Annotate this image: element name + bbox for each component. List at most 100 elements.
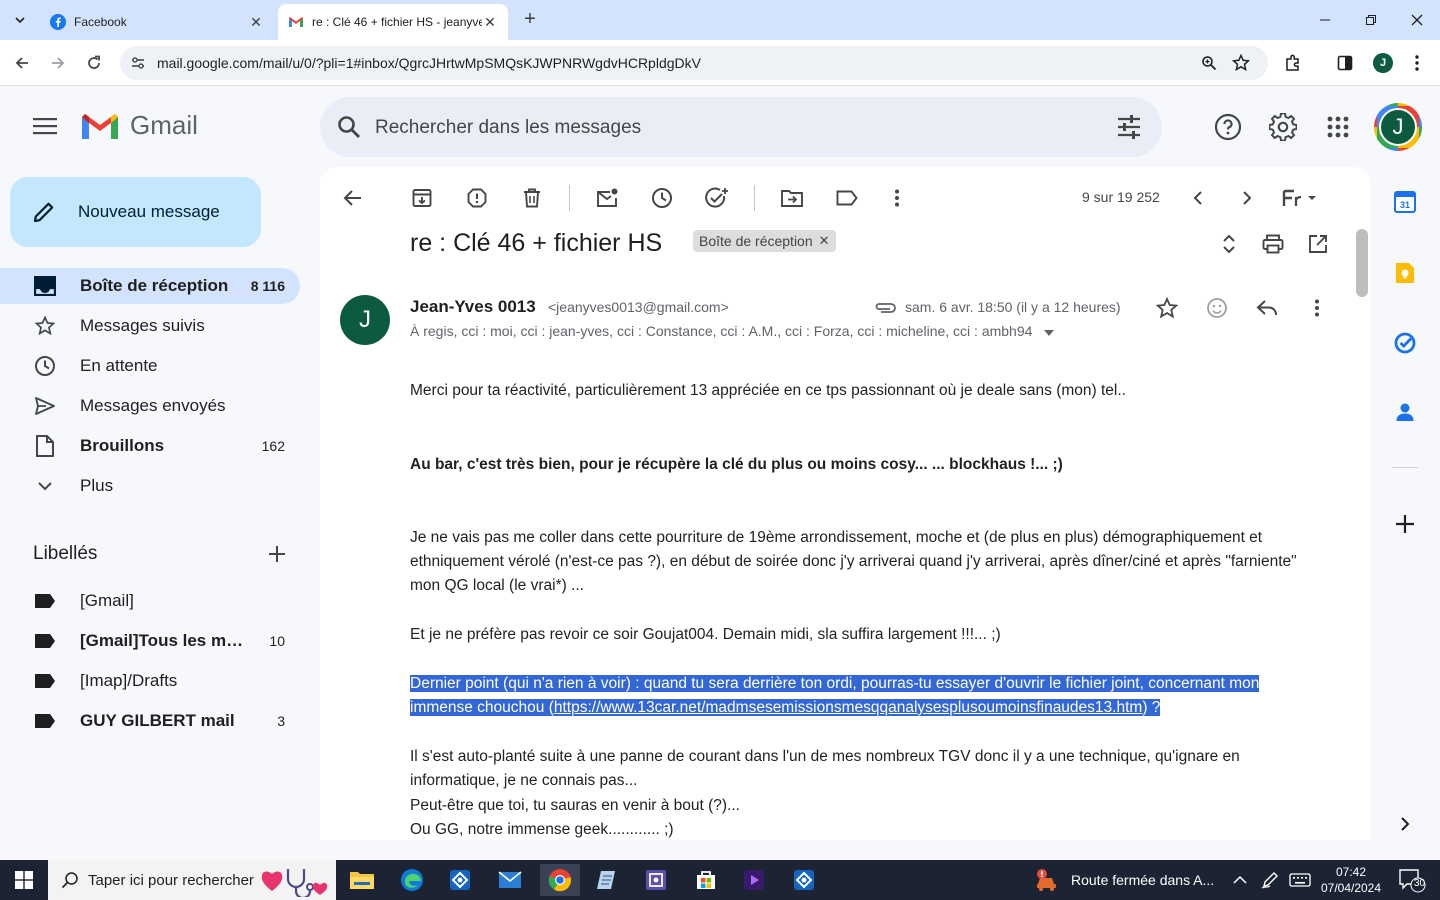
- get-addons-icon[interactable]: [1393, 512, 1417, 536]
- taskbar-mail[interactable]: [490, 864, 530, 896]
- open-new-window-button[interactable]: [1305, 231, 1331, 257]
- message-more-button[interactable]: [1304, 295, 1330, 321]
- keep-app-icon[interactable]: [1393, 261, 1417, 285]
- input-tools-button[interactable]: [1280, 185, 1320, 211]
- move-to-button[interactable]: [779, 185, 805, 211]
- expand-all-button[interactable]: [1216, 231, 1242, 257]
- notification-center-button[interactable]: 30: [1392, 864, 1432, 896]
- tab-gmail[interactable]: re : Clé 46 + fichier HS - jeanyves0013@…: [278, 4, 508, 40]
- site-settings-icon[interactable]: [128, 53, 148, 73]
- new-tab-button[interactable]: +: [518, 8, 542, 32]
- search-input[interactable]: Rechercher dans les messages: [375, 117, 641, 139]
- delete-button[interactable]: [519, 185, 545, 211]
- search-icon[interactable]: [336, 114, 362, 140]
- attachment-icon: [873, 295, 899, 321]
- taskbar-chrome[interactable]: [540, 864, 580, 896]
- taskbar-notepad[interactable]: [588, 864, 628, 896]
- news-widget[interactable]: Route fermée dans A...: [1035, 860, 1214, 900]
- taskbar-app-purple[interactable]: [636, 864, 676, 896]
- back-to-inbox-button[interactable]: [340, 185, 366, 211]
- taskbar-file-explorer[interactable]: [342, 864, 382, 896]
- sidebar-label-imap-drafts[interactable]: [Imap]/Drafts: [0, 663, 300, 699]
- sidebar-label-gmail[interactable]: [Gmail]: [0, 583, 300, 619]
- print-button[interactable]: [1260, 231, 1286, 257]
- gmail-logo[interactable]: Gmail: [80, 110, 198, 141]
- contacts-app-icon[interactable]: [1393, 400, 1417, 424]
- taskbar-edge[interactable]: [392, 864, 432, 896]
- caret-down-icon[interactable]: [1044, 330, 1055, 336]
- taskbar-clock[interactable]: 07:42 07/04/2024: [1316, 864, 1386, 896]
- sidebar-label-guy-gilbert[interactable]: GUY GILBERT mail 3: [0, 703, 300, 739]
- support-icon[interactable]: [1213, 112, 1243, 142]
- close-window-button[interactable]: [1394, 0, 1440, 40]
- pen-tray-icon[interactable]: [1254, 864, 1286, 896]
- show-side-panel-icon[interactable]: [1393, 812, 1417, 836]
- show-hidden-icons-button[interactable]: [1224, 864, 1256, 896]
- bookmark-star-icon[interactable]: [1232, 54, 1250, 72]
- sidebar-label-gmail-all[interactable]: [Gmail]Tous les messages 10: [0, 623, 300, 659]
- newer-button[interactable]: [1185, 185, 1211, 211]
- remove-label-icon[interactable]: ✕: [819, 233, 830, 249]
- chrome-menu-icon[interactable]: [1406, 52, 1428, 74]
- reload-button[interactable]: [79, 48, 109, 78]
- sidebar-item-starred[interactable]: Messages suivis: [0, 308, 300, 344]
- minimize-button[interactable]: [1302, 0, 1348, 40]
- archive-button[interactable]: [409, 185, 435, 211]
- calendar-app-icon[interactable]: 31: [1393, 190, 1417, 214]
- taskbar-store[interactable]: [686, 864, 726, 896]
- tasks-app-icon[interactable]: [1393, 331, 1417, 355]
- add-label-icon[interactable]: [266, 543, 288, 565]
- browser-profile-avatar[interactable]: J: [1373, 53, 1393, 73]
- sender-name[interactable]: Jean-Yves 0013: [410, 297, 536, 317]
- sidebar-item-sent[interactable]: Messages envoyés: [0, 388, 300, 424]
- snooze-button[interactable]: [649, 185, 675, 211]
- taskbar-app-blue-2[interactable]: [784, 864, 824, 896]
- star-icon: [1156, 297, 1178, 319]
- address-bar[interactable]: mail.google.com/mail/u/0/?pli=1#inbox/Qg…: [120, 46, 1268, 80]
- message-link[interactable]: https://www.13car.net/madmsesemissionsme…: [554, 699, 1142, 716]
- forward-button[interactable]: [43, 48, 73, 78]
- main-menu-button[interactable]: [27, 108, 63, 144]
- taskbar-app-blue-1[interactable]: [440, 864, 480, 896]
- zoom-icon[interactable]: [1200, 54, 1218, 72]
- sender-avatar[interactable]: J: [340, 295, 390, 345]
- chevron-down-icon: [33, 474, 57, 498]
- emoji-icon: [1207, 298, 1227, 318]
- taskbar-search[interactable]: Taper ici pour rechercher: [48, 860, 336, 900]
- older-button[interactable]: [1234, 185, 1260, 211]
- close-tab-icon[interactable]: ✕: [482, 14, 498, 31]
- close-tab-icon[interactable]: ✕: [248, 14, 264, 31]
- account-avatar[interactable]: J: [1374, 103, 1422, 151]
- start-button[interactable]: [0, 860, 48, 900]
- add-to-tasks-button[interactable]: [704, 185, 730, 211]
- google-apps-icon[interactable]: [1323, 112, 1353, 142]
- label-icon: [33, 589, 57, 613]
- report-spam-button[interactable]: [464, 185, 490, 211]
- extensions-icon[interactable]: [1282, 52, 1304, 74]
- compose-button[interactable]: Nouveau message: [10, 177, 261, 247]
- tab-facebook[interactable]: Facebook ✕: [40, 4, 274, 40]
- inbox-label-chip[interactable]: Boîte de réception ✕: [693, 230, 836, 252]
- reply-button[interactable]: [1254, 295, 1280, 321]
- star-message-button[interactable]: [1154, 295, 1180, 321]
- keyboard-tray-icon[interactable]: [1284, 864, 1316, 896]
- sidebar-item-snoozed[interactable]: En attente: [0, 348, 300, 384]
- mail-search-bar[interactable]: Rechercher dans les messages: [320, 97, 1162, 157]
- add-reaction-button[interactable]: [1204, 295, 1230, 321]
- search-options-icon[interactable]: [1116, 114, 1142, 140]
- minimize-icon: [1320, 19, 1330, 21]
- settings-gear-icon[interactable]: [1268, 112, 1298, 142]
- taskbar-video-app[interactable]: [734, 864, 774, 896]
- sidebar-item-drafts[interactable]: Brouillons 162: [0, 428, 300, 464]
- maximize-button[interactable]: [1348, 0, 1394, 40]
- mark-unread-button[interactable]: [594, 185, 620, 211]
- tab-search-button[interactable]: [8, 8, 32, 32]
- back-button[interactable]: [7, 48, 37, 78]
- scrollbar-thumb[interactable]: [1356, 229, 1368, 297]
- sidebar-item-more[interactable]: Plus: [0, 468, 300, 504]
- labels-button[interactable]: [834, 185, 860, 211]
- recipients-line[interactable]: À regis, cci : moi, cci : jean-yves, cci…: [410, 323, 1055, 339]
- more-actions-button[interactable]: [884, 185, 910, 211]
- sidebar-item-inbox[interactable]: Boîte de réception 8 116: [0, 268, 300, 304]
- side-panel-icon[interactable]: [1334, 52, 1356, 74]
